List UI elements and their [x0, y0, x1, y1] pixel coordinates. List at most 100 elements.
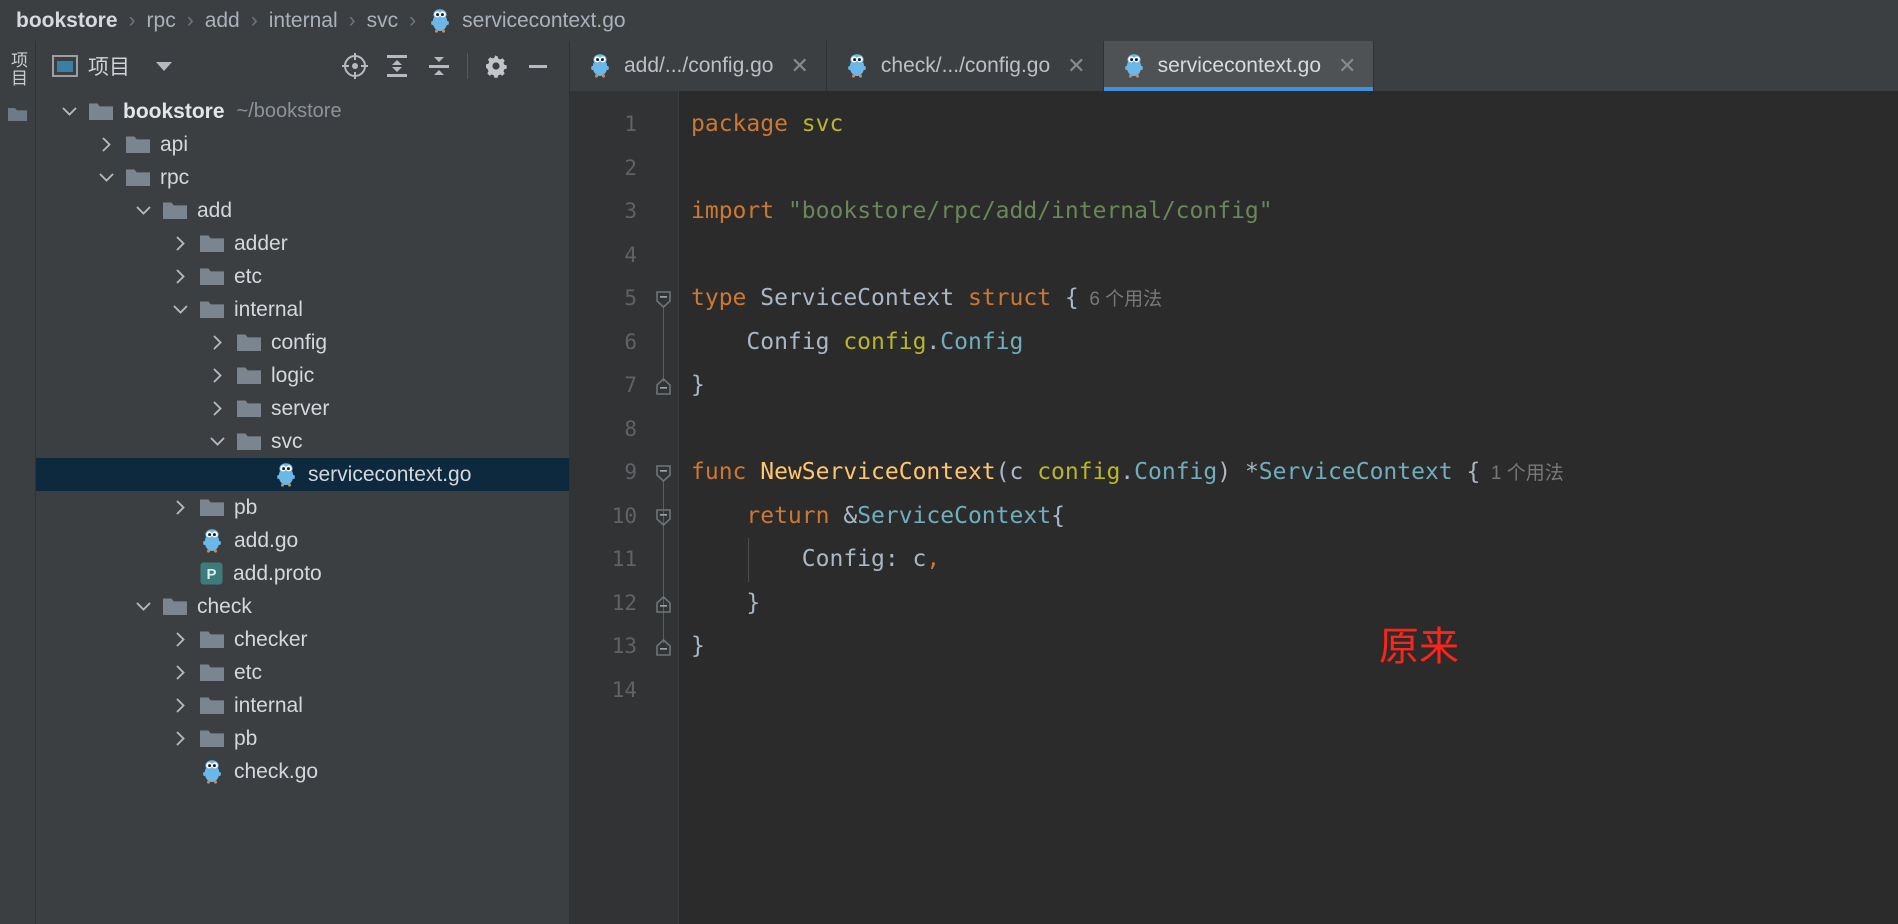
tree-row[interactable]: internal	[36, 293, 569, 326]
hide-panel-icon[interactable]	[517, 45, 559, 87]
tree-row[interactable]: logic	[36, 359, 569, 392]
collapse-all-icon[interactable]	[418, 45, 460, 87]
chevron-down-icon[interactable]	[154, 60, 174, 72]
code-token: func	[691, 459, 747, 485]
rail-project-label[interactable]: 项目	[5, 51, 30, 87]
chevron-down-icon[interactable]	[124, 202, 162, 219]
folder-icon	[199, 299, 225, 320]
tree-item-label: add	[197, 198, 233, 222]
tree-row[interactable]: rpc	[36, 161, 569, 194]
fold-collapse-icon[interactable]	[654, 289, 673, 309]
chevron-down-icon[interactable]	[161, 301, 199, 318]
breadcrumb-item-internal[interactable]: internal	[269, 9, 338, 33]
code-line[interactable]: }	[691, 582, 1898, 626]
fold-end-icon[interactable]	[654, 376, 673, 395]
code-line[interactable]: }	[691, 625, 1898, 669]
code-content[interactable]: package svc import "bookstore/rpc/add/int…	[678, 91, 1898, 924]
tree-row[interactable]: pb	[36, 722, 569, 755]
code-line[interactable]	[691, 669, 1898, 713]
breadcrumb-item-bookstore[interactable]: bookstore	[16, 9, 118, 33]
code-line[interactable]: Config: c,	[691, 538, 1898, 582]
code-line[interactable]: return &ServiceContext{	[691, 495, 1898, 539]
chevron-right-icon[interactable]	[161, 268, 199, 285]
tree-row[interactable]: check	[36, 590, 569, 623]
code-line[interactable]: import "bookstore/rpc/add/internal/confi…	[691, 190, 1898, 234]
project-file-tree[interactable]: bookstore ~/bookstore api rpc add adder etc int…	[36, 91, 569, 924]
settings-gear-icon[interactable]	[475, 45, 517, 87]
tree-row[interactable]: server	[36, 392, 569, 425]
chevron-right-icon[interactable]	[161, 664, 199, 681]
tree-row[interactable]: check.go	[36, 755, 569, 788]
tree-row[interactable]: etc	[36, 656, 569, 689]
editor-tab[interactable]: servicecontext.go ✕	[1103, 41, 1375, 91]
expand-all-icon[interactable]	[376, 45, 418, 87]
tree-row[interactable]: checker	[36, 623, 569, 656]
usage-hint[interactable]: 6 个用法	[1079, 289, 1162, 310]
tool-window-rail: 项目	[0, 41, 36, 924]
folder-icon[interactable]	[7, 105, 29, 128]
chevron-right-icon[interactable]	[161, 631, 199, 648]
code-token: "bookstore/rpc/add/internal/config"	[787, 198, 1273, 224]
tree-row[interactable]: svc	[36, 425, 569, 458]
code-line[interactable]	[691, 408, 1898, 452]
editor-tab[interactable]: check/.../config.go ✕	[827, 41, 1104, 91]
breadcrumb-item-rpc[interactable]: rpc	[147, 9, 176, 33]
fold-end-icon[interactable]	[654, 594, 673, 613]
chevron-right-icon[interactable]	[198, 334, 236, 351]
editor-tab[interactable]: add/.../config.go ✕	[570, 41, 827, 91]
tree-row[interactable]: bookstore ~/bookstore	[36, 95, 569, 128]
tree-row[interactable]: config	[36, 326, 569, 359]
tree-row[interactable]: add	[36, 194, 569, 227]
tree-row[interactable]: servicecontext.go	[36, 458, 569, 491]
chevron-right-icon[interactable]	[87, 136, 125, 153]
tree-row[interactable]: add.go	[36, 524, 569, 557]
folder-icon	[88, 101, 114, 122]
breadcrumb-item-svc[interactable]: svc	[367, 9, 399, 33]
code-editor[interactable]: 1 2 3 4 5 6 7 8 9 10 11 12 13 14 package svc import "b…	[570, 91, 1898, 924]
code-line[interactable]: Config config.Config	[691, 321, 1898, 365]
folder-icon	[125, 134, 151, 155]
tree-row[interactable]: P add.proto	[36, 557, 569, 590]
code-token: config	[843, 328, 927, 355]
chevron-right-icon[interactable]	[161, 235, 199, 252]
tree-item-label: check.go	[234, 759, 319, 783]
code-line[interactable]: package svc	[691, 103, 1898, 147]
code-line[interactable]: }	[691, 364, 1898, 408]
chevron-down-icon[interactable]	[87, 169, 125, 186]
tree-row[interactable]: pb	[36, 491, 569, 524]
folder-icon	[236, 431, 262, 452]
close-icon[interactable]: ✕	[790, 55, 808, 77]
fold-end-icon[interactable]	[654, 637, 673, 656]
chevron-right-icon[interactable]	[161, 499, 199, 516]
chevron-right-icon[interactable]	[198, 400, 236, 417]
code-line[interactable]	[691, 147, 1898, 191]
tree-item-label: etc	[234, 660, 263, 684]
code-line[interactable]: type ServiceContext struct { 6 个用法	[691, 277, 1898, 321]
fold-region-line	[663, 481, 664, 643]
tree-row[interactable]: etc	[36, 260, 569, 293]
breadcrumb-item-servicecontext-go[interactable]: servicecontext.go	[427, 8, 626, 34]
chevron-right-icon[interactable]	[161, 697, 199, 714]
tree-item-label: check	[197, 594, 252, 618]
select-opened-file-icon[interactable]	[334, 45, 376, 87]
close-icon[interactable]: ✕	[1338, 55, 1356, 77]
chevron-down-icon[interactable]	[50, 103, 88, 120]
usage-hint[interactable]: 1 个用法	[1480, 463, 1564, 484]
fold-collapse-icon[interactable]	[654, 507, 673, 526]
fold-collapse-icon[interactable]	[654, 463, 673, 483]
tree-row[interactable]: api	[36, 128, 569, 161]
close-icon[interactable]: ✕	[1067, 55, 1085, 77]
code-line[interactable]: func NewServiceContext(c config.Config) …	[691, 451, 1898, 495]
code-line[interactable]	[691, 234, 1898, 278]
chevron-down-icon[interactable]	[124, 598, 162, 615]
code-folding-gutter[interactable]	[650, 91, 678, 924]
tree-row[interactable]: internal	[36, 689, 569, 722]
chevron-right-icon[interactable]	[198, 367, 236, 384]
tree-row[interactable]: adder	[36, 227, 569, 260]
tree-item-label: pb	[234, 495, 258, 519]
breadcrumb-item-add[interactable]: add	[205, 9, 240, 33]
chevron-right-icon[interactable]	[161, 730, 199, 747]
chevron-down-icon[interactable]	[198, 433, 236, 450]
project-title-group[interactable]: 项目	[46, 51, 180, 81]
